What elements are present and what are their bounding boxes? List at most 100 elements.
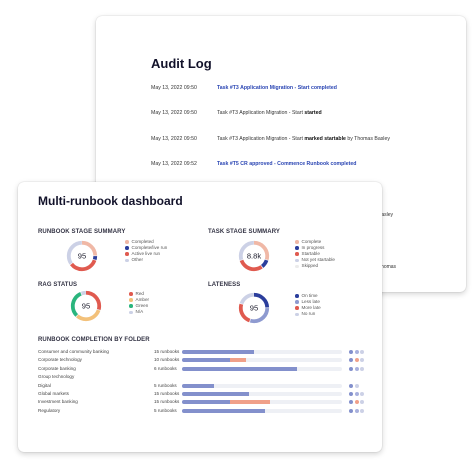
folder-progress-segment <box>230 358 246 363</box>
legend-swatch <box>295 264 299 269</box>
legend-swatch <box>125 240 129 244</box>
dashboard-title: Multi-runbook dashboard <box>38 194 183 208</box>
folder-status-dots <box>349 366 366 371</box>
folder-row[interactable]: Consumer and community banking 15 runbook… <box>38 349 368 357</box>
folder-runbook-count: 5 runbooks <box>154 382 177 388</box>
audit-log-title: Audit Log <box>151 56 212 71</box>
folder-row[interactable]: Corporate banking 6 runbooks <box>38 366 368 374</box>
folder-progress-bar <box>182 392 342 396</box>
legend-swatch <box>129 304 133 308</box>
legend-swatch <box>295 246 299 250</box>
legend-swatch <box>295 252 299 256</box>
folder-runbook-count: 15 runbooks <box>154 391 180 396</box>
folder-runbook-count: 6 runbooks <box>154 365 177 371</box>
folder-row[interactable]: Group technology <box>38 374 368 382</box>
folder-name: Global markets <box>38 391 69 396</box>
legend-swatch <box>125 252 129 256</box>
legend-label: Skipped <box>301 263 319 269</box>
folder-progress-segment <box>182 358 230 363</box>
lateness-legend: On time Less late More late No run <box>295 293 321 317</box>
status-dot <box>360 400 364 405</box>
folder-status-dots <box>349 350 366 354</box>
folder-name: Digital <box>38 382 51 388</box>
rag-status-value: 95 <box>82 301 90 310</box>
status-dot <box>349 392 353 396</box>
folder-status-dots <box>349 408 366 413</box>
folder-progress-bar <box>182 383 342 388</box>
status-dot <box>349 366 353 371</box>
folder-runbook-count: 15 runbooks <box>154 399 180 405</box>
legend-swatch <box>295 312 299 317</box>
folder-progress-segment <box>182 408 266 413</box>
task-stage-heading: TASK STAGE SUMMARY <box>208 229 281 235</box>
status-dot <box>349 358 353 363</box>
folder-name: Corporate technology <box>38 357 82 363</box>
legend-swatch <box>295 240 299 244</box>
status-dot <box>354 358 359 363</box>
folder-runbook-count: 10 runbooks <box>154 357 180 363</box>
legend-swatch <box>125 246 129 250</box>
runbook-stage-donut[interactable]: 95 <box>65 239 99 273</box>
audit-log-entry: May 13, 2022 09:52 Task #T5 CR approved -… <box>151 161 356 167</box>
folder-status-dots <box>349 358 366 363</box>
legend-label: No run <box>301 311 316 317</box>
folder-status-dots <box>349 392 366 396</box>
lateness-heading: LATENESS <box>208 282 241 288</box>
legend-swatch <box>295 300 299 304</box>
task-stage-legend: Complete In progress Startable Not yet star… <box>295 239 335 269</box>
folder-runbook-count: 5 runbooks <box>154 407 177 413</box>
task-stage-donut[interactable]: 8.8k <box>237 239 271 273</box>
folder-progress-bar <box>182 366 342 371</box>
legend-label: N/A <box>135 309 144 315</box>
entry-text: Task #T3 Application Migration - Start <box>217 110 305 116</box>
folder-name: Group technology <box>38 374 75 380</box>
status-dot <box>360 408 364 413</box>
status-dot <box>349 350 353 354</box>
legend-item: Other <box>125 257 167 263</box>
folder-progress-segment <box>182 400 230 405</box>
folder-progress-segment <box>182 366 298 371</box>
folder-status-dots <box>349 400 366 405</box>
rag-status-legend: Red Amber Green N/A <box>129 291 149 315</box>
status-dot <box>360 392 364 396</box>
entry-date: May 13, 2022 09:50 <box>151 85 197 91</box>
entry-actor: by Thomas Basley <box>345 136 390 142</box>
folder-row[interactable]: Investment banking 15 runbooks <box>38 399 368 407</box>
folder-progress-bar <box>182 408 342 413</box>
folder-row[interactable]: Digital 5 runbooks <box>38 383 368 391</box>
runbook-stage-legend: Completed Complete/live run Active live ru… <box>125 239 167 263</box>
status-dot <box>354 366 359 371</box>
rag-status-donut[interactable]: 95 <box>69 289 103 323</box>
status-dot <box>354 400 359 405</box>
folder-name: Consumer and community banking <box>38 349 109 354</box>
status-dot <box>349 408 353 413</box>
folder-name: Investment banking <box>38 399 78 405</box>
folder-progress-bar <box>182 400 342 405</box>
runbook-stage-value: 95 <box>78 251 86 260</box>
legend-item: N/A <box>129 309 149 315</box>
legend-swatch <box>125 258 129 263</box>
status-dot <box>349 383 353 388</box>
audit-log-entry: May 13, 2022 09:50 Task #T3 Application M… <box>151 110 322 116</box>
folder-row[interactable]: Regulatory 5 runbooks <box>38 408 368 416</box>
folder-row[interactable]: Global markets 15 runbooks <box>38 391 368 399</box>
folder-completion-heading: RUNBOOK COMPLETION BY FOLDER <box>38 337 150 343</box>
legend-swatch <box>295 294 299 298</box>
legend-item: No run <box>295 311 321 317</box>
entry-date: May 13, 2022 09:50 <box>151 110 197 116</box>
folder-row[interactable]: Corporate technology 10 runbooks <box>38 357 368 365</box>
entry-link[interactable]: Task #T3 Application Migration - Start c… <box>217 85 337 91</box>
folder-status-dots <box>349 383 360 388</box>
legend-item: Skipped <box>295 263 335 269</box>
folder-progress-bar <box>182 350 342 354</box>
folder-name: Corporate banking <box>38 365 76 371</box>
legend-swatch <box>129 298 133 302</box>
status-dot <box>354 350 359 354</box>
folder-progress-bar <box>182 358 342 363</box>
folder-runbook-count: 15 runbooks <box>154 349 180 354</box>
legend-swatch <box>129 310 133 315</box>
lateness-donut[interactable]: 95 <box>237 291 271 325</box>
folder-progress-segment <box>182 383 214 388</box>
folder-progress-segment <box>230 400 270 405</box>
entry-link[interactable]: Task #T5 CR approved - Commence Runbook … <box>217 161 356 167</box>
